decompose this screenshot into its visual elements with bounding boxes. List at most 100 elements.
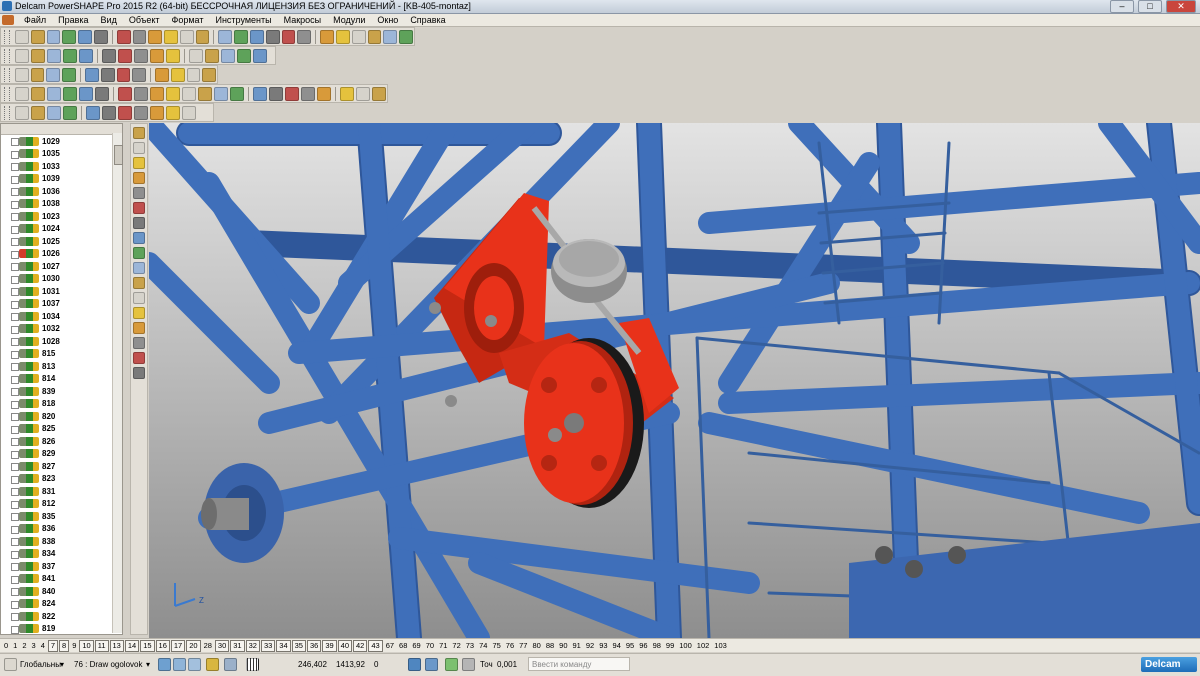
tree-item[interactable]: 826 bbox=[1, 435, 122, 448]
expander-icon[interactable] bbox=[11, 225, 19, 234]
toolbar-tool-icon[interactable] bbox=[281, 29, 296, 44]
expander-icon[interactable] bbox=[11, 413, 19, 421]
toolbar-tool-icon[interactable] bbox=[118, 86, 132, 101]
snap-icon[interactable] bbox=[224, 658, 237, 671]
expander-icon[interactable] bbox=[11, 263, 19, 271]
tree-item[interactable]: 1031 bbox=[1, 285, 122, 298]
menu-window[interactable]: Окно bbox=[371, 14, 404, 26]
toolbar-tool-icon[interactable] bbox=[102, 48, 116, 63]
toolbar-tool-icon[interactable] bbox=[320, 29, 335, 44]
graphics-viewport[interactable]: Z bbox=[149, 123, 1200, 638]
layer-button[interactable]: 90 bbox=[557, 641, 569, 651]
toolbar-tool-icon[interactable] bbox=[15, 86, 29, 101]
layer-button[interactable]: 96 bbox=[637, 641, 649, 651]
toolbar-grip[interactable] bbox=[4, 86, 10, 101]
toolbar-tool-icon[interactable] bbox=[15, 48, 29, 63]
tree-item[interactable]: 813 bbox=[1, 360, 122, 373]
tree-item[interactable]: 1034 bbox=[1, 310, 122, 323]
toolbar-tool-icon[interactable] bbox=[134, 105, 148, 120]
expander-icon[interactable] bbox=[11, 275, 19, 284]
toolbar-tool-icon[interactable] bbox=[150, 105, 164, 120]
layer-button[interactable]: 31 bbox=[230, 639, 245, 652]
vertical-tool-icon[interactable] bbox=[133, 187, 145, 199]
tree-item[interactable]: 837 bbox=[1, 560, 122, 573]
layer-button[interactable]: 43 bbox=[368, 639, 383, 652]
expander-icon[interactable] bbox=[11, 563, 19, 571]
expander-icon[interactable] bbox=[11, 488, 19, 496]
toolbar-tool-icon[interactable] bbox=[78, 29, 92, 44]
toolbar-tool-icon[interactable] bbox=[134, 48, 148, 63]
toolbar-tool-icon[interactable] bbox=[46, 29, 61, 44]
tree-scrollbar[interactable] bbox=[112, 133, 123, 633]
toolbar-tool-icon[interactable] bbox=[164, 29, 178, 44]
toolbar-tool-icon[interactable] bbox=[182, 105, 196, 120]
layer-button[interactable]: 33 bbox=[260, 639, 276, 652]
expander-icon[interactable] bbox=[11, 425, 19, 434]
toolbar-tool-icon[interactable] bbox=[356, 86, 370, 101]
expander-icon[interactable] bbox=[11, 288, 19, 296]
expander-icon[interactable] bbox=[11, 625, 19, 634]
expander-icon[interactable] bbox=[11, 338, 19, 346]
toolbar-tool-icon[interactable] bbox=[372, 86, 386, 101]
toolbar-tool-icon[interactable] bbox=[30, 29, 45, 44]
toolbar-tool-icon[interactable] bbox=[230, 86, 244, 101]
toolbar-tool-icon[interactable] bbox=[47, 86, 61, 101]
toolbar-tool-icon[interactable] bbox=[150, 86, 164, 101]
expander-icon[interactable] bbox=[11, 238, 19, 246]
layer-button[interactable]: 39 bbox=[322, 639, 337, 652]
toolbar-tool-icon[interactable] bbox=[116, 29, 131, 44]
tree-item[interactable]: 840 bbox=[1, 585, 122, 598]
toolbar-tool-icon[interactable] bbox=[46, 67, 61, 82]
layer-button[interactable]: 75 bbox=[490, 641, 502, 651]
layer-button[interactable]: 40 bbox=[337, 639, 353, 652]
menu-format[interactable]: Формат bbox=[166, 14, 210, 26]
tree-item[interactable]: 841 bbox=[1, 573, 122, 586]
toolbar-tool-icon[interactable] bbox=[134, 86, 148, 101]
tree-item[interactable]: 1038 bbox=[1, 198, 122, 211]
tree-item[interactable]: 1023 bbox=[1, 210, 122, 223]
toolbar-tool-icon[interactable] bbox=[186, 67, 201, 82]
view-icon[interactable] bbox=[188, 658, 201, 671]
expander-icon[interactable] bbox=[11, 150, 19, 159]
layer-button[interactable]: 103 bbox=[712, 641, 729, 651]
toolbar-tool-icon[interactable] bbox=[63, 48, 77, 63]
toolbar-tool-icon[interactable] bbox=[221, 48, 235, 63]
tree-item[interactable]: 834 bbox=[1, 548, 122, 561]
expander-icon[interactable] bbox=[11, 438, 19, 446]
layer-button[interactable]: 32 bbox=[245, 639, 260, 652]
layer-button[interactable]: 14 bbox=[124, 639, 140, 652]
tree-item[interactable]: 818 bbox=[1, 398, 122, 411]
expander-icon[interactable] bbox=[11, 213, 19, 221]
toolbar-tool-icon[interactable] bbox=[47, 48, 61, 63]
expander-icon[interactable] bbox=[11, 513, 19, 521]
expander-icon[interactable] bbox=[11, 175, 19, 184]
toolbar-tool-icon[interactable] bbox=[205, 48, 219, 63]
expander-icon[interactable] bbox=[11, 200, 19, 209]
toolbar-grip[interactable] bbox=[4, 105, 10, 120]
chevron-down-icon[interactable]: ▾ bbox=[146, 660, 150, 669]
toolbar-tool-icon[interactable] bbox=[166, 48, 180, 63]
toolbar-tool-icon[interactable] bbox=[336, 29, 350, 44]
vertical-tool-icon[interactable] bbox=[133, 367, 145, 379]
expander-icon[interactable] bbox=[11, 450, 19, 459]
toolbar-tool-icon[interactable] bbox=[150, 48, 164, 63]
layer-button[interactable]: 74 bbox=[477, 641, 489, 651]
toolbar-tool-icon[interactable] bbox=[63, 86, 77, 101]
layer-button[interactable]: 2 bbox=[20, 641, 28, 651]
tree-item[interactable]: 1039 bbox=[1, 173, 122, 186]
toolbar-tool-icon[interactable] bbox=[14, 67, 29, 82]
menu-edit[interactable]: Правка bbox=[52, 14, 94, 26]
tree-item[interactable]: 824 bbox=[1, 598, 122, 611]
tree-item[interactable]: 829 bbox=[1, 448, 122, 461]
toolbar-tool-icon[interactable] bbox=[118, 105, 132, 120]
toolbar-tool-icon[interactable] bbox=[86, 105, 100, 120]
menu-tools[interactable]: Инструменты bbox=[209, 14, 277, 26]
menu-modules[interactable]: Модули bbox=[327, 14, 371, 26]
vertical-tool-icon[interactable] bbox=[133, 307, 145, 319]
minimize-button[interactable]: ‒ bbox=[1110, 0, 1134, 13]
workplane-icon[interactable] bbox=[408, 658, 421, 671]
chevron-down-icon[interactable]: ▾ bbox=[60, 660, 64, 669]
vertical-tool-icon[interactable] bbox=[133, 292, 145, 304]
layer-button[interactable]: 100 bbox=[677, 641, 694, 651]
toolbar-tool-icon[interactable] bbox=[166, 86, 180, 101]
